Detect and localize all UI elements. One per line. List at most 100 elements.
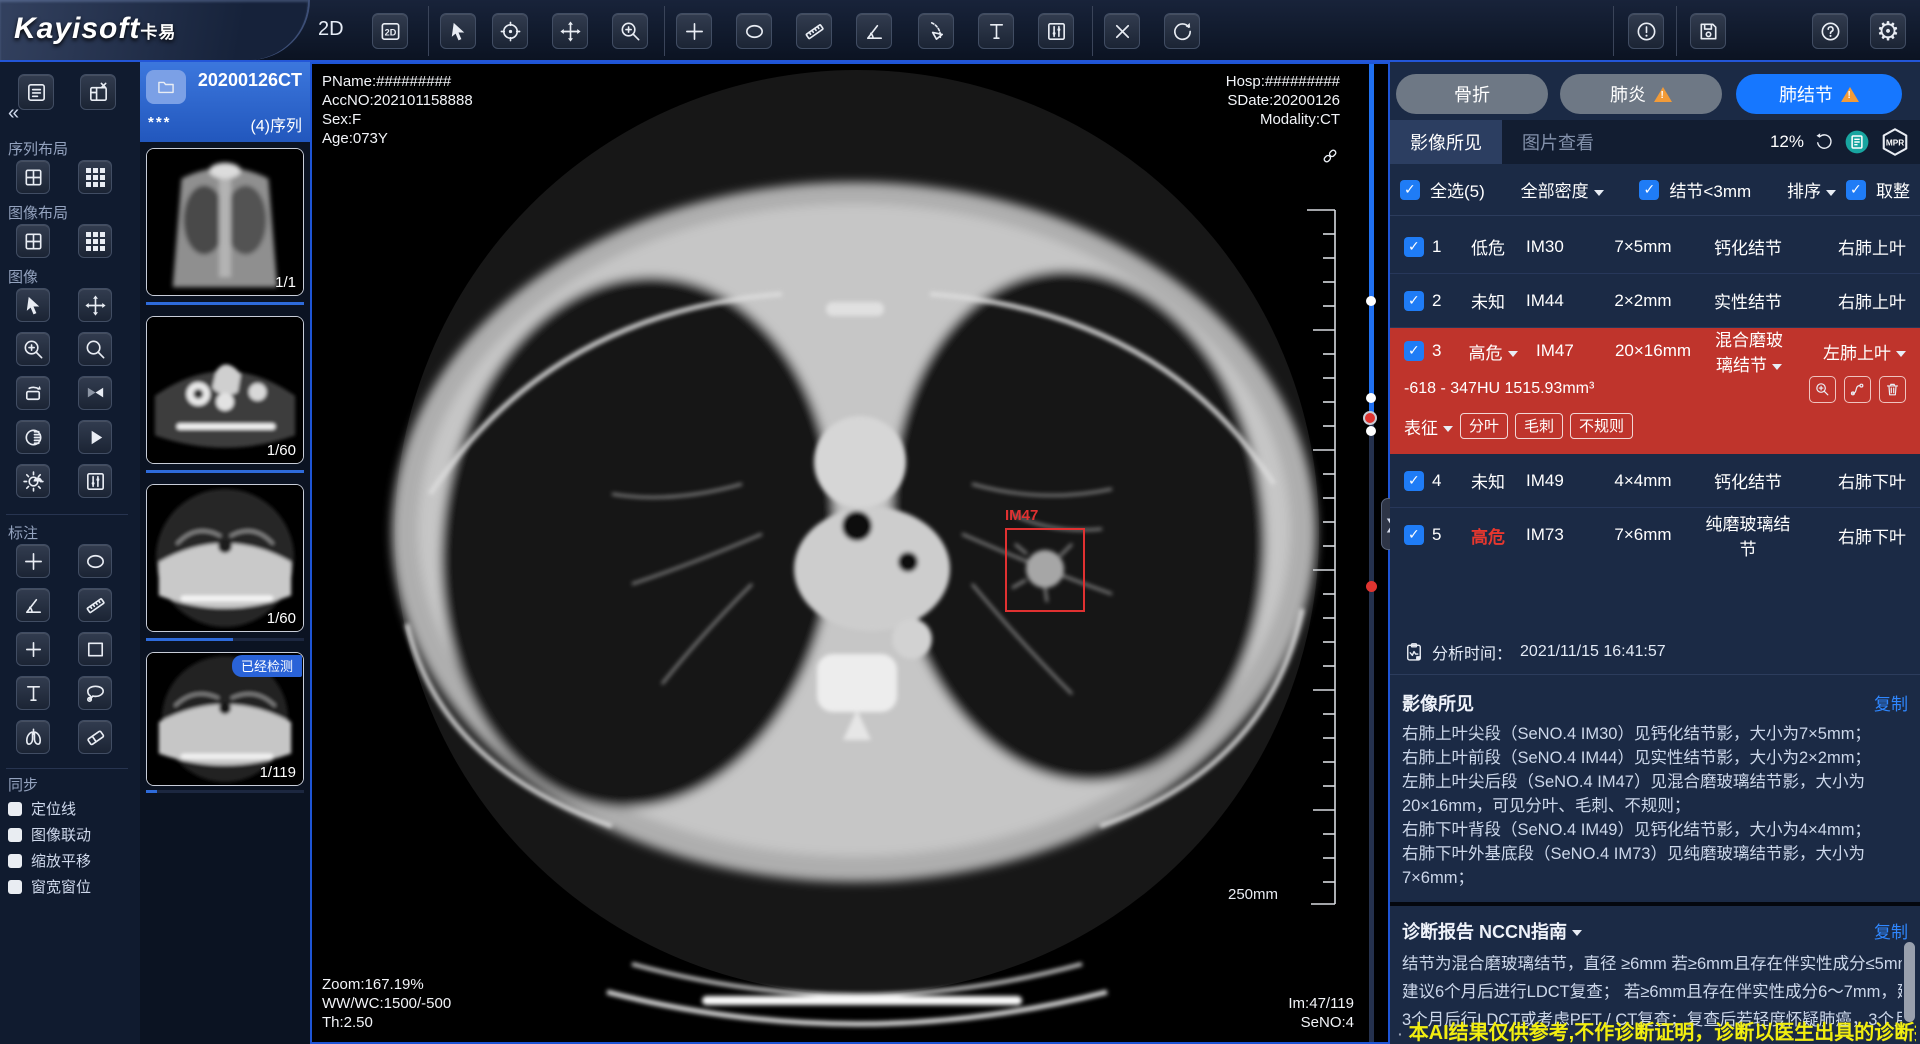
- copy-report-link[interactable]: 复制: [1874, 918, 1908, 943]
- row-checkbox[interactable]: [1404, 471, 1424, 491]
- nodule-marker-dot[interactable]: [1366, 426, 1376, 436]
- tab-image-view[interactable]: 图片查看: [1502, 120, 1614, 164]
- locate-tool-button[interactable]: [492, 13, 528, 49]
- sync-option-row[interactable]: 窗宽窗位: [8, 876, 91, 897]
- row-checkbox[interactable]: [1404, 291, 1424, 311]
- image-rotate-button[interactable]: [16, 376, 50, 410]
- panel-scrollbar[interactable]: [1904, 942, 1915, 1022]
- row-checkbox[interactable]: [1404, 341, 1424, 361]
- copy-findings-link[interactable]: 复制: [1874, 690, 1908, 715]
- anno-angle-button[interactable]: [16, 588, 50, 622]
- sort-control[interactable]: 排序: [1787, 177, 1836, 202]
- series-layout-3x3-button[interactable]: [78, 160, 112, 194]
- pointer-tool-button[interactable]: [440, 13, 476, 49]
- tab-pneumonia[interactable]: 肺炎: [1560, 74, 1722, 114]
- ellipse-tool-button[interactable]: [736, 13, 772, 49]
- image-layout-3x3-button[interactable]: [78, 224, 112, 258]
- help-button[interactable]: [1812, 13, 1848, 49]
- checkbox-unchecked[interactable]: [8, 802, 22, 816]
- current-slice-marker[interactable]: [1363, 411, 1377, 425]
- panel-close-button[interactable]: [80, 74, 116, 110]
- ruler-tool-button[interactable]: [796, 13, 832, 49]
- sync-option-row[interactable]: 缩放平移: [8, 850, 91, 871]
- image-brightness-button[interactable]: [16, 464, 50, 498]
- sync-option-row[interactable]: 定位线: [8, 798, 76, 819]
- image-layout-2x2-button[interactable]: [16, 224, 50, 258]
- collapse-sidebar-button[interactable]: «: [8, 102, 19, 125]
- nodule-row-4[interactable]: 4 未知 IM49 4×4mm 钙化结节 右肺下叶: [1390, 454, 1920, 508]
- tab-fracture[interactable]: 骨折: [1396, 74, 1548, 114]
- tab-lung-nodule[interactable]: 肺结节: [1736, 74, 1902, 114]
- nodule-marker-dot[interactable]: [1366, 393, 1376, 403]
- trait-tag[interactable]: 不规则: [1570, 413, 1633, 439]
- window-level-tool-button[interactable]: [1038, 13, 1074, 49]
- anno-crosshair-button[interactable]: [16, 544, 50, 578]
- folder-button[interactable]: [146, 70, 186, 104]
- trait-dropdown[interactable]: 表征: [1404, 414, 1453, 439]
- slice-slider-track-upper[interactable]: [1369, 64, 1374, 422]
- anno-lung-segment-button[interactable]: [16, 720, 50, 754]
- nodule-type-dropdown[interactable]: 混合磨玻璃结节: [1708, 326, 1790, 376]
- image-flip-button[interactable]: [78, 376, 112, 410]
- nodule-row-1[interactable]: 1 低危 IM30 7×5mm 钙化结节 右肺上叶: [1390, 220, 1920, 274]
- image-zoom-button[interactable]: [16, 332, 50, 366]
- thumbnail-series-3[interactable]: 1/60: [146, 484, 304, 632]
- mode-2d-button[interactable]: 2D: [372, 13, 408, 49]
- nodule-marker-dot[interactable]: [1366, 296, 1376, 306]
- anno-plus-button[interactable]: [16, 632, 50, 666]
- panel-list-button[interactable]: [18, 74, 54, 110]
- mpr-button[interactable]: MPR: [1880, 127, 1910, 157]
- nodule-row-5[interactable]: 5 高危 IM73 7×6mm 纯磨玻璃结节 右肺下叶: [1390, 508, 1920, 562]
- checkbox-unchecked[interactable]: [8, 854, 22, 868]
- thumbnail-scout[interactable]: 1/1: [146, 148, 304, 296]
- nodule-location-dropdown[interactable]: 左肺上叶: [1798, 339, 1906, 364]
- anno-rect-button[interactable]: [78, 632, 112, 666]
- slice-slider-track-lower[interactable]: [1369, 422, 1374, 1042]
- round-checkbox[interactable]: [1846, 180, 1866, 200]
- sync-option-row[interactable]: 图像联动: [8, 824, 91, 845]
- image-pan-button[interactable]: [78, 288, 112, 322]
- thumbnail-series-2[interactable]: 1/60: [146, 316, 304, 464]
- risk-level-dropdown[interactable]: 高危: [1458, 339, 1528, 364]
- series-layout-2x2-button[interactable]: [16, 160, 50, 194]
- anno-text-button[interactable]: [16, 676, 50, 710]
- alert-button[interactable]: [1628, 13, 1664, 49]
- settings-button[interactable]: ⚙: [1870, 13, 1906, 49]
- row-checkbox[interactable]: [1404, 525, 1424, 545]
- delete-annotation-button[interactable]: [1104, 13, 1140, 49]
- trait-tag[interactable]: 分叶: [1460, 413, 1508, 439]
- image-invert-button[interactable]: [16, 420, 50, 454]
- text-tool-button[interactable]: [978, 13, 1014, 49]
- refresh-icon[interactable]: [1814, 132, 1834, 152]
- tab-findings[interactable]: 影像所见: [1390, 120, 1502, 164]
- checkbox-unchecked[interactable]: [8, 828, 22, 842]
- follow-up-button[interactable]: [1844, 376, 1871, 403]
- ct-viewport[interactable]: PName:######### AccNO:202101158888 Sex:F…: [310, 62, 1390, 1044]
- image-pointer-button[interactable]: [16, 288, 50, 322]
- image-play-button[interactable]: [78, 420, 112, 454]
- row-checkbox[interactable]: [1404, 237, 1424, 257]
- checkbox-unchecked[interactable]: [8, 880, 22, 894]
- anno-ellipse-button[interactable]: [78, 544, 112, 578]
- save-button[interactable]: [1690, 13, 1726, 49]
- select-all-checkbox[interactable]: [1400, 180, 1420, 200]
- nodule-marker-dot-red[interactable]: [1366, 581, 1377, 592]
- pan-tool-button[interactable]: [552, 13, 588, 49]
- anno-ruler-button[interactable]: [78, 588, 112, 622]
- cobb-angle-tool-button[interactable]: [918, 13, 954, 49]
- series-header[interactable]: 20200126CT *** (4)序列: [140, 62, 310, 142]
- zoom-tool-button[interactable]: [612, 13, 648, 49]
- density-filter[interactable]: 全部密度: [1521, 177, 1604, 202]
- nodule-row-3-selected[interactable]: 3 高危 IM47 20×16mm 混合磨玻璃结节 左肺上叶 -618 - 34…: [1390, 328, 1920, 454]
- small-nodule-checkbox[interactable]: [1639, 180, 1659, 200]
- trait-tag[interactable]: 毛刺: [1515, 413, 1563, 439]
- crosshair-tool-button[interactable]: [676, 13, 712, 49]
- thumbnail-series-4[interactable]: 已经检测 1/119: [146, 652, 304, 786]
- anno-eraser-button[interactable]: [78, 720, 112, 754]
- anno-lasso-button[interactable]: [78, 676, 112, 710]
- nodule-row-2[interactable]: 2 未知 IM44 2×2mm 实性结节 右肺上叶: [1390, 274, 1920, 328]
- image-window-level-button[interactable]: [78, 464, 112, 498]
- report-chat-icon[interactable]: [1844, 129, 1870, 155]
- link-icon[interactable]: [1320, 146, 1340, 166]
- angle-tool-button[interactable]: [856, 13, 892, 49]
